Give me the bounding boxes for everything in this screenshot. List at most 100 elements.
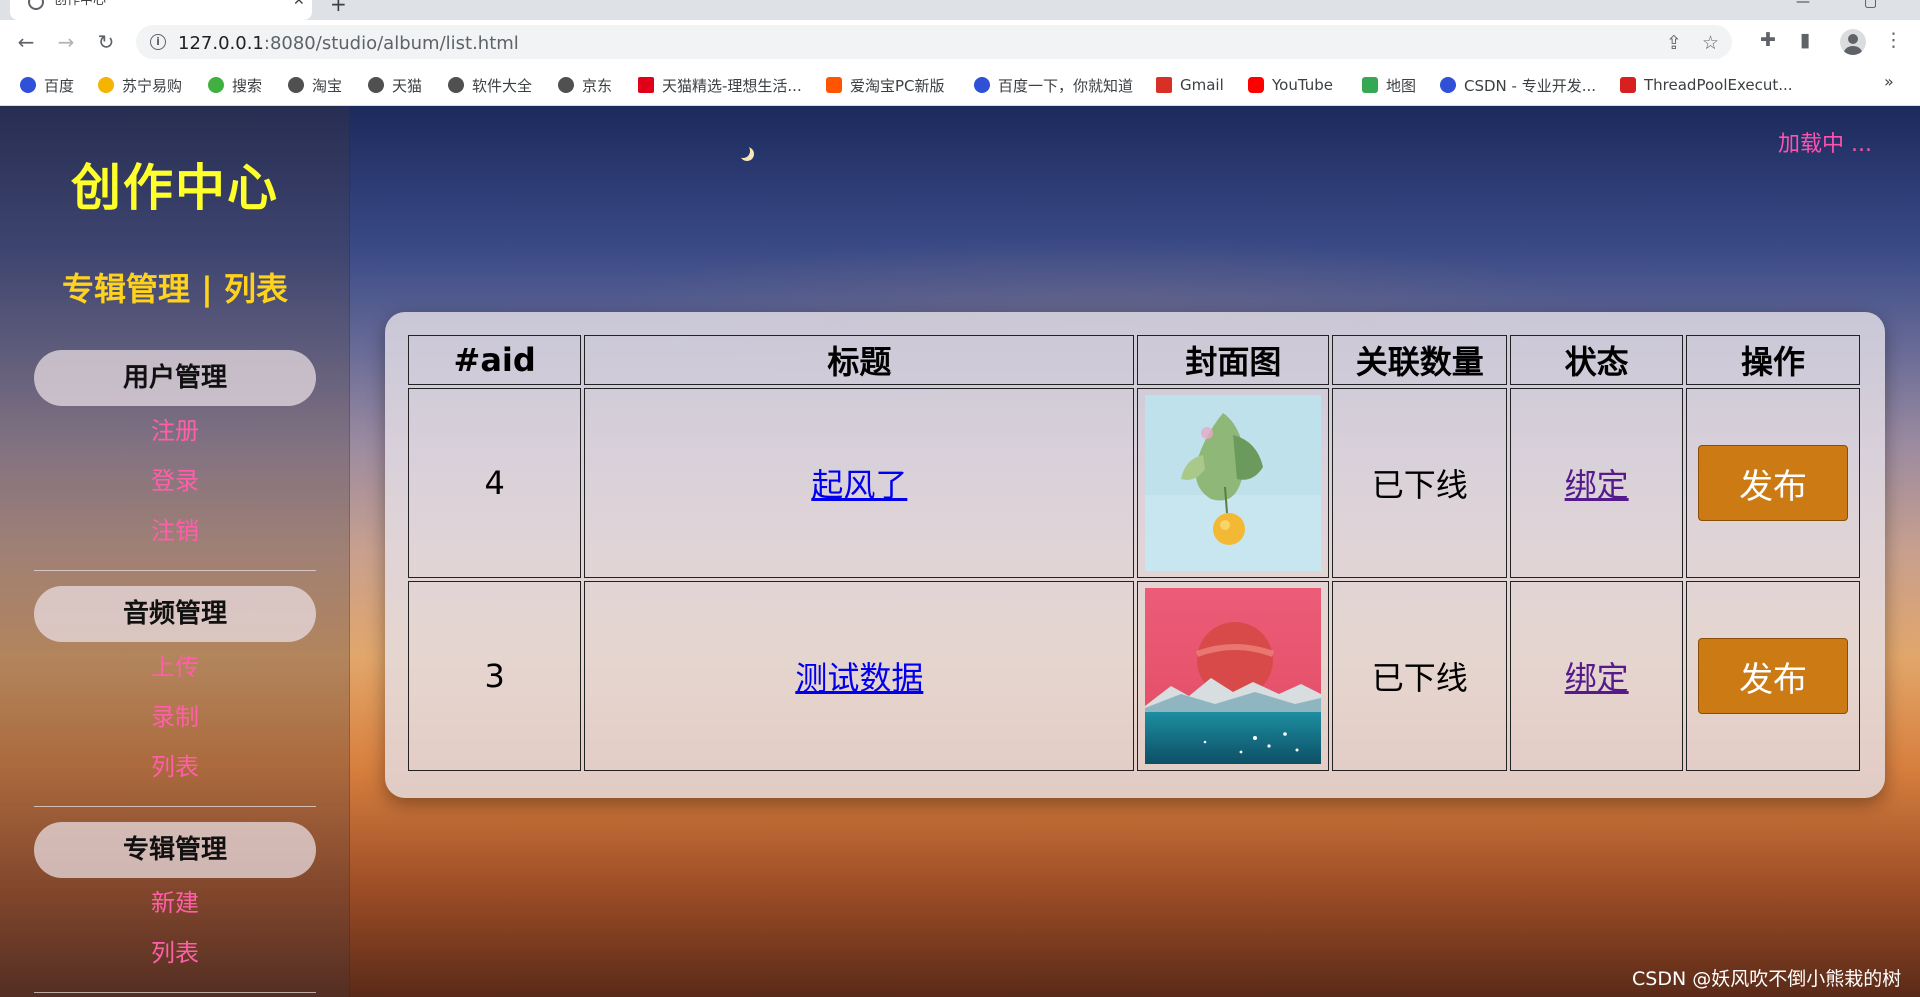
bookmark-item[interactable]: 软件大全: [448, 74, 532, 96]
extensions-icon[interactable]: ✚: [1760, 29, 1776, 51]
back-arrow-icon[interactable]: ←: [12, 28, 40, 56]
bookmark-item[interactable]: YouTube: [1248, 74, 1333, 96]
publish-button[interactable]: 发布: [1698, 638, 1849, 714]
nav-group-audio: 音频管理 上传 录制 列表: [34, 586, 316, 807]
menu-dots-icon[interactable]: ⋮: [1884, 29, 1903, 51]
share-icon[interactable]: ⇪: [1666, 32, 1682, 54]
page-subtitle: 专辑管理 | 列表: [62, 270, 288, 308]
bookmark-item[interactable]: 搜索: [208, 74, 262, 96]
bookmark-favicon-icon: [368, 77, 384, 93]
bookmarks-more-icon[interactable]: »: [1884, 72, 1894, 91]
bind-link[interactable]: 绑定: [1565, 466, 1629, 504]
moon-icon: [736, 144, 750, 158]
bookmark-favicon-icon: [558, 77, 574, 93]
bookmark-label: 软件大全: [472, 76, 533, 95]
bookmark-label: 天猫: [392, 76, 423, 95]
browser-chrome: 创作中心 ✕ + — ▢ ← → ↻ i 127.0.0.1:8080/stud…: [0, 0, 1920, 106]
bookmark-label: 京东: [582, 76, 613, 95]
column-header: 关联数量: [1332, 335, 1508, 385]
album-title-link[interactable]: 测试数据: [795, 659, 923, 697]
nav-link-upload[interactable]: 上传: [34, 642, 316, 692]
bookmark-label: CSDN - 专业开发...: [1464, 76, 1597, 95]
url-text: 127.0.0.1:8080/studio/album/list.html: [178, 33, 519, 54]
bookmark-item[interactable]: 天猫: [368, 74, 422, 96]
bookmark-favicon-icon: [98, 77, 114, 93]
bookmark-item[interactable]: 百度一下，你就知道: [974, 74, 1133, 96]
bookmark-item[interactable]: CSDN - 专业开发...: [1440, 74, 1596, 96]
globe-icon: [28, 0, 44, 10]
brand-title: 创作中心: [71, 159, 279, 217]
bookmark-label: 苏宁易购: [122, 76, 183, 95]
address-bar[interactable]: i 127.0.0.1:8080/studio/album/list.html …: [136, 25, 1732, 59]
column-header: 标题: [584, 335, 1135, 385]
title-cell: 测试数据: [584, 581, 1135, 771]
profile-avatar-icon[interactable]: [1840, 29, 1866, 55]
close-icon[interactable]: ✕: [293, 0, 305, 8]
nav-link-login[interactable]: 登录: [34, 456, 316, 506]
aid-cell: 4: [408, 388, 582, 578]
publish-button[interactable]: 发布: [1698, 445, 1849, 521]
browser-tab[interactable]: 创作中心 ✕: [10, 0, 312, 20]
bookmark-favicon-icon: [974, 77, 990, 93]
nav-link-album-list[interactable]: 列表: [34, 928, 316, 978]
bookmark-item[interactable]: 地图: [1362, 74, 1416, 96]
new-tab-icon[interactable]: +: [330, 0, 347, 16]
bookmark-label: 爱淘宝PC新版: [850, 76, 945, 95]
bookmark-label: 百度: [44, 76, 75, 95]
table-row: 4 起风了 已下线 绑定 发布: [408, 388, 1860, 578]
nav-group-album: 专辑管理 新建 列表: [34, 822, 316, 993]
nav-group-user: 用户管理 注册 登录 注销: [34, 350, 316, 571]
bookmark-item[interactable]: 爱淘宝PC新版: [826, 74, 945, 96]
aid-cell: 3: [408, 581, 582, 771]
bookmark-item[interactable]: Gmail: [1156, 74, 1224, 96]
bookmark-label: ThreadPoolExecut...: [1644, 76, 1793, 94]
album-list-panel: #aid 标题 封面图 关联数量 状态 操作 4 起风了 已下线 绑定 发布 3…: [385, 312, 1885, 798]
nav-link-register[interactable]: 注册: [34, 406, 316, 456]
bookmark-favicon-icon: [288, 77, 304, 93]
minimize-icon[interactable]: —: [1796, 0, 1810, 10]
title-cell: 起风了: [584, 388, 1135, 578]
bookmark-favicon-icon: [1440, 77, 1456, 93]
maximize-icon[interactable]: ▢: [1864, 0, 1877, 10]
watermark-text: CSDN @妖风吹不倒小熊栽的树: [1632, 968, 1902, 990]
cover-cell: [1137, 388, 1330, 578]
side-panel-icon[interactable]: ▮: [1800, 29, 1810, 51]
bookmark-item[interactable]: 百度: [20, 74, 74, 96]
bookmark-label: YouTube: [1272, 76, 1333, 94]
table-header-row: #aid 标题 封面图 关联数量 状态 操作: [408, 335, 1860, 385]
action-cell: 发布: [1686, 581, 1860, 771]
column-header: 状态: [1510, 335, 1684, 385]
url-path: :8080/studio/album/list.html: [263, 33, 519, 54]
column-header: 操作: [1686, 335, 1860, 385]
tab-title: 创作中心: [54, 0, 107, 8]
forward-arrow-icon[interactable]: →: [52, 28, 80, 56]
star-icon[interactable]: ☆: [1702, 32, 1719, 54]
album-table: #aid 标题 封面图 关联数量 状态 操作 4 起风了 已下线 绑定 发布 3…: [405, 332, 1863, 774]
bookmark-item[interactable]: 淘宝: [288, 74, 342, 96]
reload-icon[interactable]: ↻: [92, 28, 120, 56]
sidebar: 创作中心 专辑管理 | 列表 用户管理 注册 登录 注销 音频管理 上传 录制 …: [0, 106, 350, 997]
bookmark-label: 天猫精选-理想生活...: [662, 76, 802, 95]
youtube-icon: [1248, 77, 1264, 93]
bookmark-favicon-icon: [20, 77, 36, 93]
count-cell: 已下线: [1332, 581, 1508, 771]
cover-cell: [1137, 581, 1330, 771]
bookmark-item[interactable]: 苏宁易购: [98, 74, 182, 96]
nav-link-audio-list[interactable]: 列表: [34, 742, 316, 792]
album-cover-image: [1145, 588, 1322, 764]
tab-strip: 创作中心 ✕ + — ▢: [0, 0, 1920, 20]
bookmark-favicon-icon: [208, 77, 224, 93]
nav-link-logout[interactable]: 注销: [34, 506, 316, 556]
nav-link-record[interactable]: 录制: [34, 692, 316, 742]
bookmark-label: 百度一下，你就知道: [998, 76, 1134, 95]
album-title-link[interactable]: 起风了: [811, 466, 907, 504]
column-header: 封面图: [1137, 335, 1330, 385]
info-icon[interactable]: i: [150, 34, 166, 50]
nav-link-album-new[interactable]: 新建: [34, 878, 316, 928]
status-cell: 绑定: [1510, 581, 1684, 771]
table-row: 3 测试数据 已下线 绑定 发布: [408, 581, 1860, 771]
bookmark-item[interactable]: 京东: [558, 74, 612, 96]
bookmark-item[interactable]: ThreadPoolExecut...: [1620, 74, 1793, 96]
bind-link[interactable]: 绑定: [1565, 659, 1629, 697]
bookmark-item[interactable]: 天猫精选-理想生活...: [638, 74, 802, 96]
